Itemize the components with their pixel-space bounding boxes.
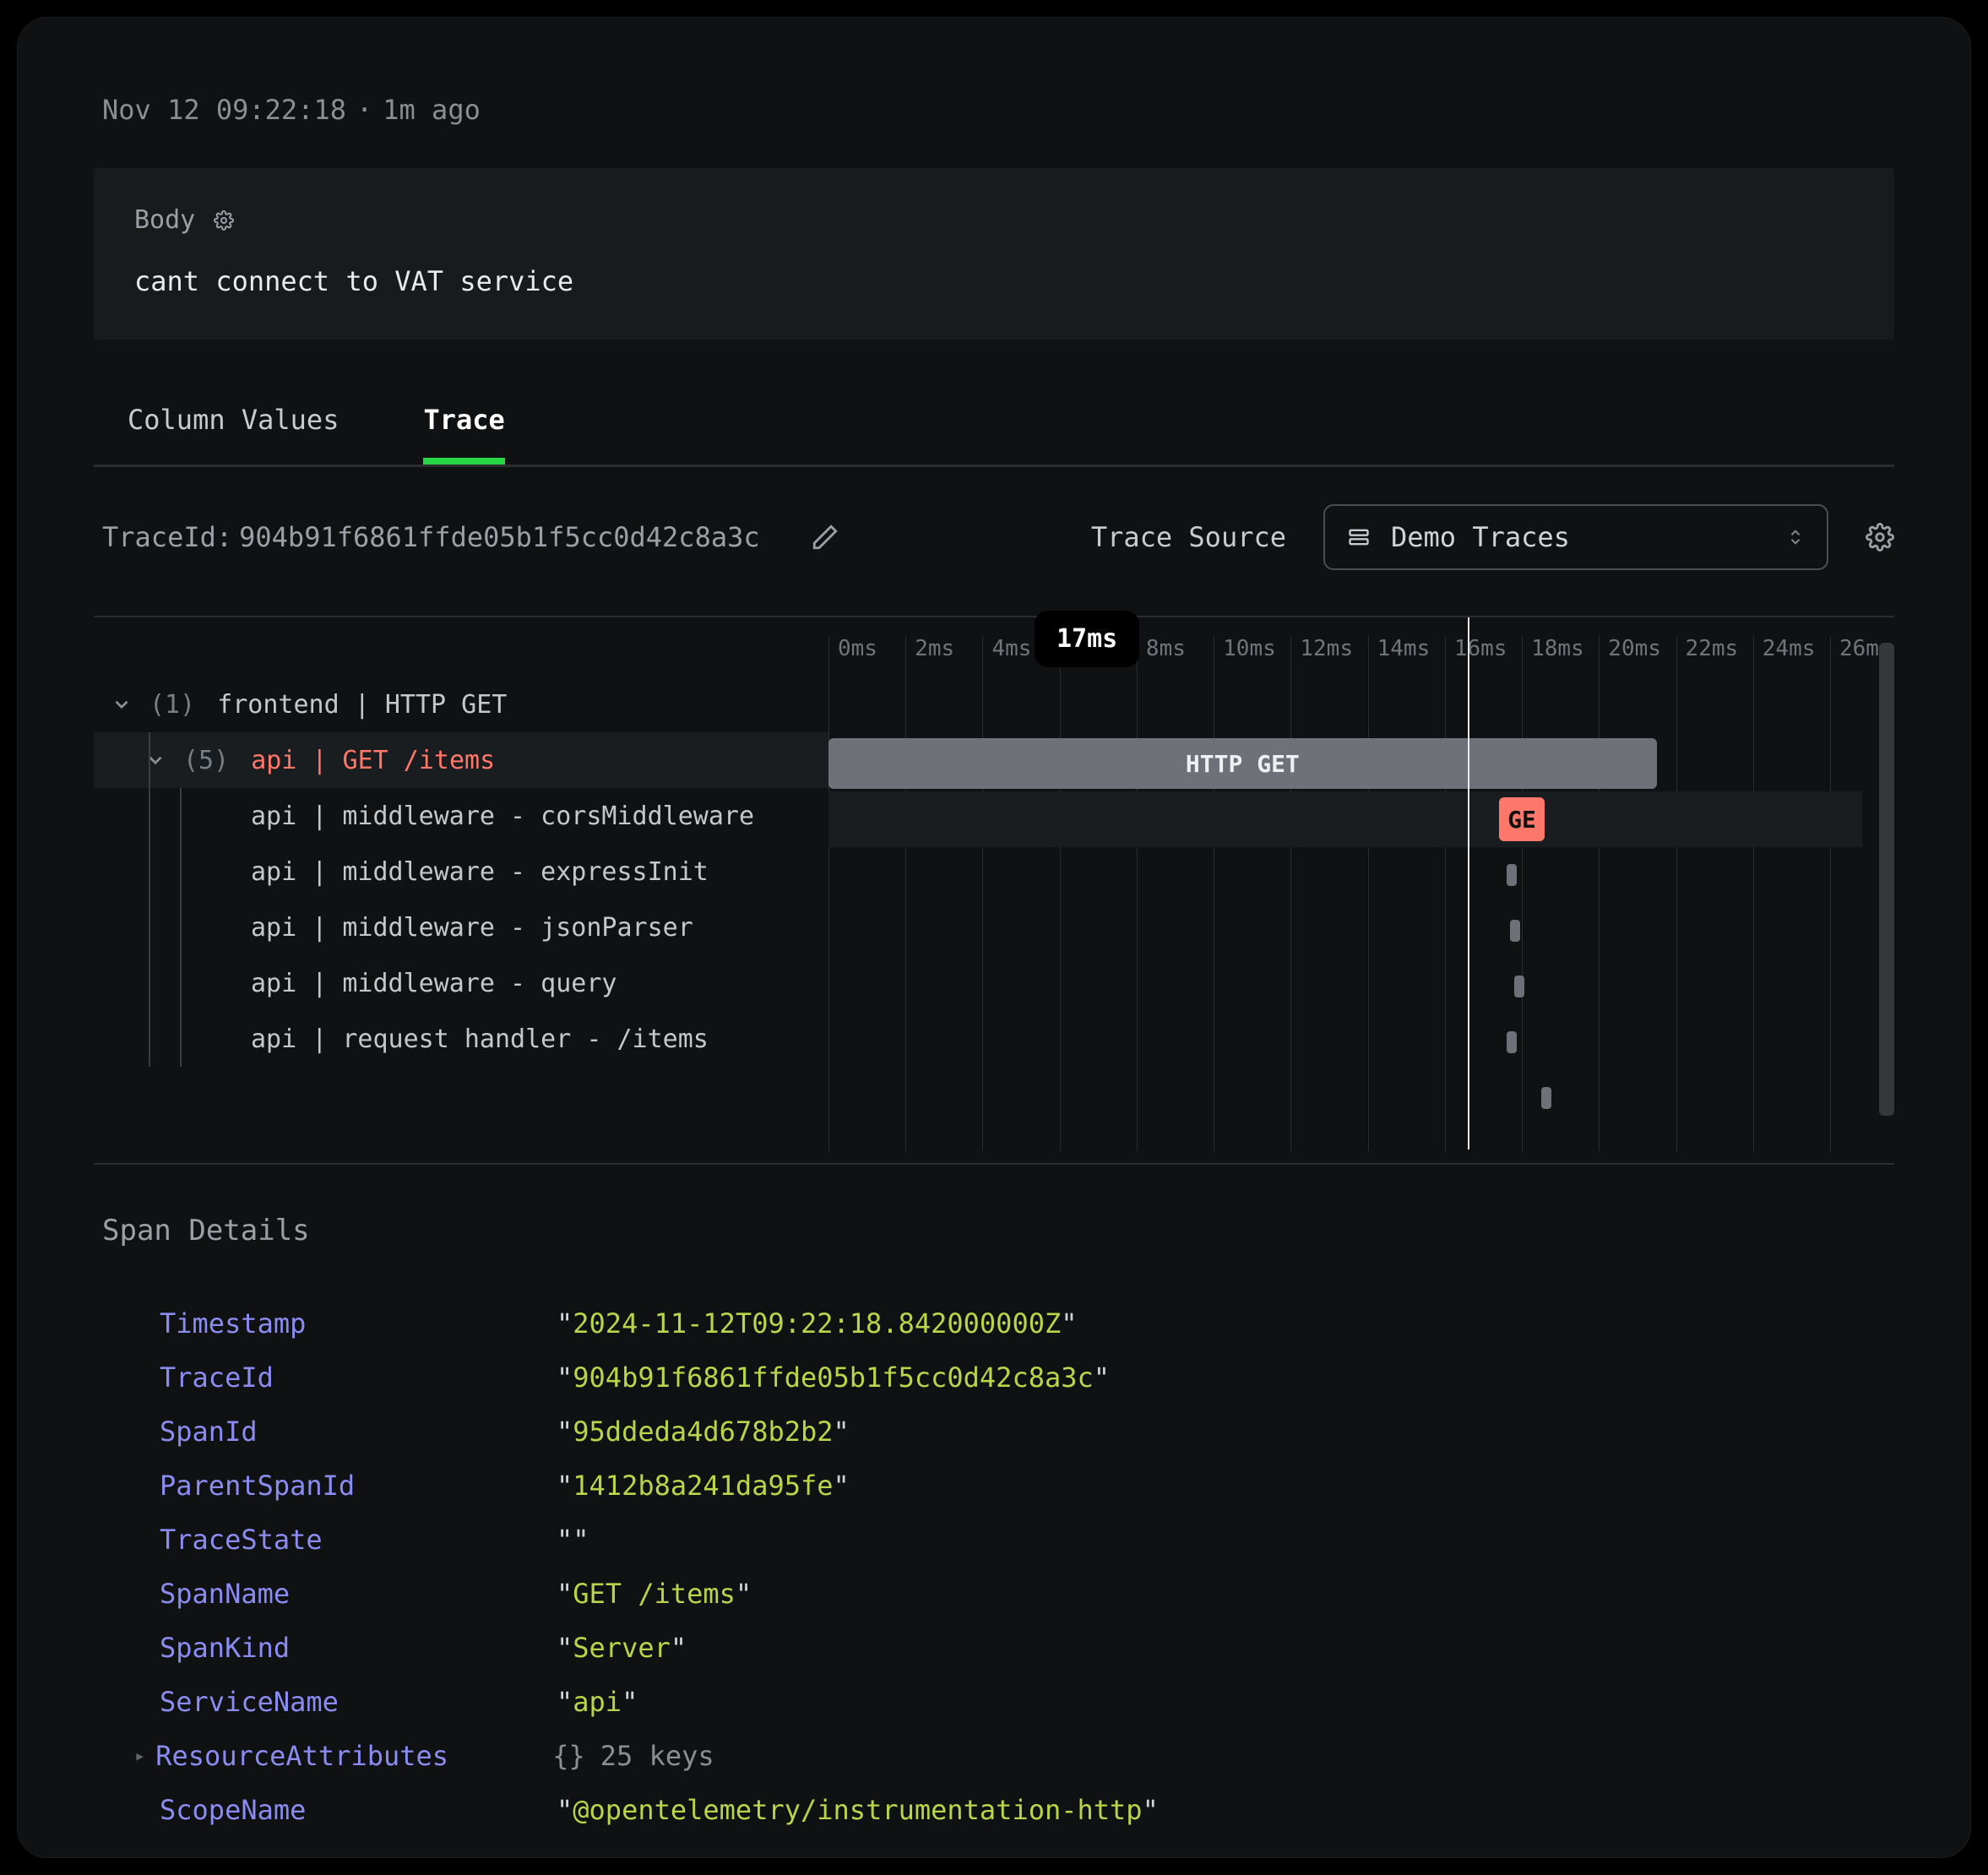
detail-row: TraceId"904b91f6861ffde05b1f5cc0d42c8a3c… — [160, 1351, 1928, 1405]
separator: · — [356, 94, 372, 126]
span-label: api | middleware - jsonParser — [251, 913, 693, 943]
event-timestamp-absolute: Nov 12 09:22:18 — [102, 94, 346, 126]
detail-row: TraceState"" — [160, 1513, 1928, 1567]
detail-row: SpanKind"Server" — [160, 1621, 1928, 1675]
span-label: api | middleware - expressInit — [251, 857, 709, 887]
detail-value: "2024-11-12T09:22:18.842000000Z" — [557, 1307, 1078, 1340]
span-label: api | middleware - corsMiddleware — [251, 802, 754, 831]
span-details-table: Timestamp"2024-11-12T09:22:18.842000000Z… — [160, 1296, 1928, 1837]
trace-panel: Nov 12 09:22:18 · 1m ago Body cant conne… — [17, 17, 1971, 1858]
span-bar-row — [828, 959, 1862, 1014]
span-row[interactable]: api | middleware - query — [94, 955, 828, 1011]
detail-key: ServiceName — [160, 1686, 557, 1718]
span-details-title: Span Details — [102, 1214, 1928, 1247]
span-bar[interactable]: HTTP GET — [828, 738, 1657, 789]
span-row[interactable]: (1) frontend | HTTP GET — [94, 677, 828, 732]
log-body-card: Body cant connect to VAT service — [94, 168, 1894, 340]
span-bar[interactable] — [1507, 1031, 1517, 1053]
detail-row: SpanId"95ddeda4d678b2b2" — [160, 1405, 1928, 1459]
pencil-icon[interactable] — [811, 523, 839, 552]
trace-header-row: TraceId: 904b91f6861ffde05b1f5cc0d42c8a3… — [102, 504, 1894, 570]
detail-value: "@opentelemetry/instrumentation-http" — [557, 1794, 1159, 1826]
span-timeline: 0ms2ms4ms6ms8ms10ms12ms14ms16ms18ms20ms2… — [828, 617, 1862, 1149]
detail-row: ScopeName"@opentelemetry/instrumentation… — [160, 1783, 1928, 1837]
detail-key: SpanKind — [160, 1632, 557, 1664]
span-row[interactable]: api | request handler - /items — [94, 1011, 828, 1067]
span-bar[interactable] — [1541, 1087, 1551, 1109]
tab-trace[interactable]: Trace — [423, 404, 504, 465]
span-child-count: (5) — [183, 746, 229, 775]
detail-key: ParentSpanId — [160, 1470, 557, 1502]
detail-key: Timestamp — [160, 1307, 557, 1340]
span-bar-row — [828, 1070, 1862, 1126]
detail-value: "904b91f6861ffde05b1f5cc0d42c8a3c" — [557, 1361, 1110, 1394]
detail-value: "GET /items" — [557, 1578, 752, 1610]
detail-key: TraceId — [160, 1361, 557, 1394]
span-bar[interactable] — [1514, 976, 1524, 997]
span-row[interactable]: api | middleware - jsonParser — [94, 899, 828, 955]
gear-icon[interactable] — [1866, 523, 1894, 552]
detail-row: SpanName"GET /items" — [160, 1567, 1928, 1621]
traceid-value: 904b91f6861ffde05b1f5cc0d42c8a3c — [239, 521, 760, 553]
time-tooltip: 17ms — [1036, 612, 1138, 666]
timeline-ruler: 0ms2ms4ms6ms8ms10ms12ms14ms16ms18ms20ms2… — [828, 617, 1862, 677]
span-label: frontend | HTTP GET — [217, 690, 507, 720]
span-row[interactable]: (5) api | GET /items — [94, 732, 828, 788]
span-row[interactable]: api | middleware - corsMiddleware — [94, 788, 828, 844]
span-tree: (1) frontend | HTTP GET (5) api | GET /item… — [94, 617, 828, 1149]
detail-value: "1412b8a241da95fe" — [557, 1470, 850, 1502]
traceid-label: TraceId: — [102, 521, 232, 553]
detail-tabs: Column Values Trace — [128, 404, 1928, 465]
detail-row: ServiceName"api" — [160, 1675, 1928, 1729]
detail-key: ResourceAttributes — [155, 1740, 552, 1772]
span-bar-row — [828, 847, 1862, 903]
detail-row: ParentSpanId"1412b8a241da95fe" — [160, 1459, 1928, 1513]
event-timestamp-relative: 1m ago — [383, 94, 481, 126]
expand-caret-icon[interactable]: ▸ — [134, 1746, 145, 1767]
select-chevron-icon — [1786, 525, 1805, 549]
detail-row: Timestamp"2024-11-12T09:22:18.842000000Z… — [160, 1296, 1928, 1351]
span-label: api | request handler - /items — [251, 1024, 709, 1054]
gear-icon[interactable] — [214, 210, 234, 231]
detail-value: "" — [557, 1524, 589, 1556]
body-label: Body — [134, 205, 195, 235]
trace-source-label: Trace Source — [1091, 521, 1286, 553]
trace-waterfall: (1) frontend | HTTP GET (5) api | GET /item… — [94, 617, 1894, 1149]
span-label: api | GET /items — [251, 746, 495, 775]
detail-key: ScopeName — [160, 1794, 557, 1826]
timeline-playhead[interactable] — [1468, 617, 1469, 1149]
detail-value: "api" — [557, 1686, 638, 1718]
span-bar[interactable]: GE — [1499, 797, 1545, 841]
span-bar-row: GE — [828, 791, 1862, 847]
tabs-underline — [94, 465, 1894, 467]
span-label: api | middleware - query — [251, 969, 616, 998]
detail-value: {}25 keys — [552, 1740, 714, 1772]
detail-key: SpanId — [160, 1416, 557, 1448]
span-child-count: (1) — [149, 690, 195, 720]
span-bar-row — [828, 1014, 1862, 1070]
span-bar[interactable] — [1507, 864, 1517, 886]
event-timestamp: Nov 12 09:22:18 · 1m ago — [102, 94, 1928, 126]
span-bar-row — [828, 903, 1862, 959]
detail-key: SpanName — [160, 1578, 557, 1610]
span-bar[interactable] — [1510, 920, 1520, 942]
tab-column-values[interactable]: Column Values — [128, 404, 339, 465]
detail-key: TraceState — [160, 1524, 557, 1556]
scrollbar[interactable] — [1879, 643, 1894, 1116]
trace-source-value: Demo Traces — [1391, 521, 1570, 553]
trace-source-select[interactable]: Demo Traces — [1323, 504, 1828, 570]
span-row[interactable]: api | middleware - expressInit — [94, 844, 828, 899]
detail-row[interactable]: ▸ResourceAttributes{}25 keys — [160, 1729, 1928, 1783]
stack-icon — [1347, 525, 1371, 549]
chevron-down-icon[interactable] — [144, 749, 166, 771]
log-body-message: cant connect to VAT service — [134, 265, 1854, 297]
detail-value: "Server" — [557, 1632, 687, 1664]
chevron-down-icon[interactable] — [111, 693, 133, 715]
detail-value: "95ddeda4d678b2b2" — [557, 1416, 850, 1448]
span-bar-row: HTTP GET — [828, 736, 1862, 791]
